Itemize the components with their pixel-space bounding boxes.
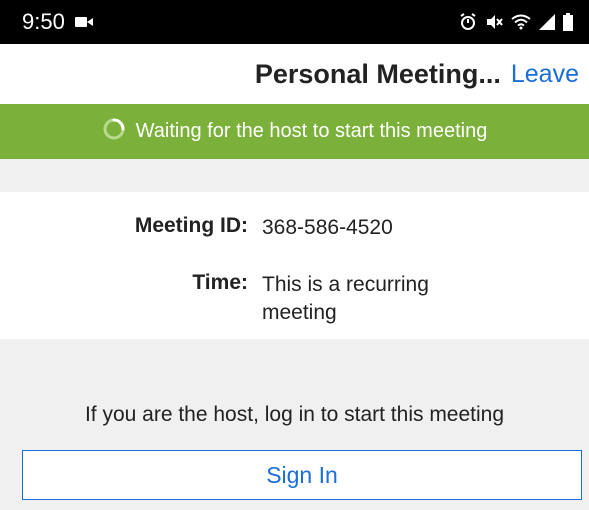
status-bar-left: 9:50 xyxy=(22,9,93,35)
meeting-time-row: Time: This is a recurring meeting xyxy=(98,271,492,327)
leave-button[interactable]: Leave xyxy=(511,60,579,89)
meeting-header: Personal Meeting... Leave xyxy=(0,44,589,104)
status-bar-right xyxy=(459,13,573,31)
section-divider xyxy=(0,159,589,192)
loading-spinner-icon xyxy=(102,117,126,147)
waiting-banner: Waiting for the host to start this meeti… xyxy=(0,104,589,159)
host-section: If you are the host, log in to start thi… xyxy=(0,339,589,510)
host-prompt: If you are the host, log in to start thi… xyxy=(84,403,505,426)
status-bar: 9:50 xyxy=(0,0,589,44)
wifi-icon xyxy=(511,14,531,30)
signal-icon xyxy=(539,14,555,30)
sign-in-button[interactable]: Sign In xyxy=(22,450,582,500)
waiting-text: Waiting for the host to start this meeti… xyxy=(135,120,488,142)
meeting-info: Meeting ID: 368-586-4520 Time: This is a… xyxy=(0,192,589,339)
meeting-id-row: Meeting ID: 368-586-4520 xyxy=(98,214,492,242)
page-title: Personal Meeting... xyxy=(254,58,501,89)
mute-icon xyxy=(485,13,503,31)
status-time: 9:50 xyxy=(22,9,65,34)
meeting-time-label: Time: xyxy=(192,271,248,294)
meeting-time-value: This is a recurring meeting xyxy=(262,273,429,324)
alarm-icon xyxy=(459,13,477,31)
video-camera-icon xyxy=(74,16,93,28)
battery-icon xyxy=(563,13,573,31)
meeting-id-value: 368-586-4520 xyxy=(262,216,393,239)
meeting-id-label: Meeting ID: xyxy=(134,214,248,237)
